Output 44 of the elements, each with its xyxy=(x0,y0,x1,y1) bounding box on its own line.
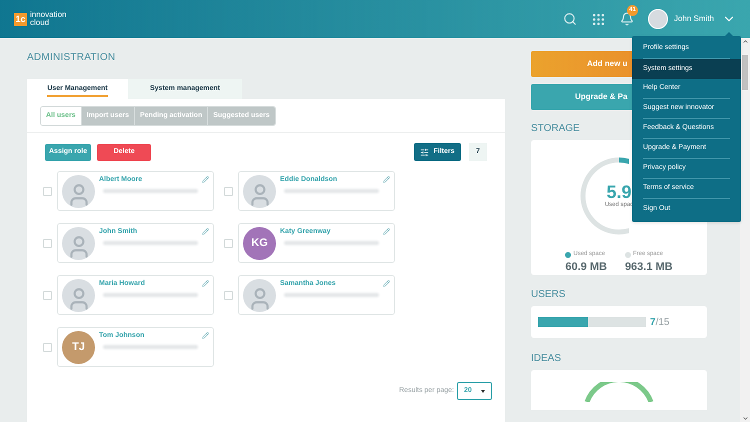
checkbox[interactable] xyxy=(43,290,52,300)
users-total: /15 xyxy=(656,316,670,330)
avatar-placeholder xyxy=(62,279,95,312)
checkbox[interactable] xyxy=(224,290,233,300)
edit-icon[interactable] xyxy=(202,228,209,235)
edit-icon[interactable] xyxy=(202,280,209,287)
sliders-icon xyxy=(420,148,430,156)
scrollbar-thumb[interactable] xyxy=(742,55,748,90)
edit-icon[interactable] xyxy=(202,176,209,183)
scroll-up-icon[interactable] xyxy=(742,38,748,45)
checkbox[interactable] xyxy=(43,186,52,196)
avatar-placeholder xyxy=(243,279,276,312)
avatar-placeholder xyxy=(62,175,95,208)
users-count: 7 xyxy=(650,316,656,330)
avatar-placeholder xyxy=(243,175,276,208)
user-name[interactable]: John Smith xyxy=(674,13,714,25)
scroll-down-icon[interactable] xyxy=(742,415,748,422)
edit-icon[interactable] xyxy=(383,228,390,235)
checkbox[interactable] xyxy=(224,238,233,248)
edit-icon[interactable] xyxy=(202,332,209,339)
apps-grid-icon[interactable] xyxy=(590,12,606,26)
logo-text: innovation xyxy=(30,11,66,19)
initials-avatar: TJ xyxy=(62,331,95,364)
caret-icon xyxy=(481,390,485,392)
edit-icon[interactable] xyxy=(383,280,390,287)
checkbox[interactable] xyxy=(224,186,233,196)
scrollbar[interactable] xyxy=(740,38,750,422)
avatar-placeholder[interactable] xyxy=(648,9,668,29)
edit-icon[interactable] xyxy=(383,176,390,183)
initials-avatar: KG xyxy=(243,227,276,260)
avatar-placeholder xyxy=(62,227,95,260)
logo-text: cloud xyxy=(30,19,50,27)
section-title: STORAGE xyxy=(531,122,580,136)
notification-bell-icon[interactable] xyxy=(620,12,634,26)
storage-value: 963.1 MB xyxy=(624,260,673,275)
search-icon[interactable] xyxy=(562,12,577,26)
storage-value: 60.9 MB xyxy=(565,260,607,275)
checkbox[interactable] xyxy=(43,342,52,352)
page-title: ADMINISTRATION xyxy=(27,51,116,65)
checkbox[interactable] xyxy=(43,238,52,248)
storage-percent: 5.9 xyxy=(606,182,632,200)
section-title: USERS xyxy=(531,288,566,302)
section-title: IDEAS xyxy=(531,352,562,366)
logo-mark: 1c xyxy=(14,12,27,26)
